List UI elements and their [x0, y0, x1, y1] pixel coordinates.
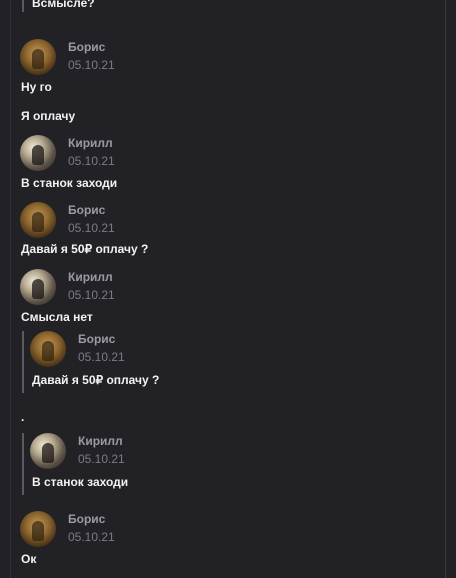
quote-block[interactable]: Кирилл 05.10.21 В станок заходи: [22, 433, 424, 495]
message-date: 05.10.21: [68, 58, 115, 72]
avatar[interactable]: [20, 269, 56, 305]
message-text: Ну го: [21, 80, 52, 94]
message-date: 05.10.21: [78, 452, 125, 466]
message-date: 05.10.21: [78, 350, 125, 364]
message-date: 05.10.21: [68, 288, 115, 302]
message-date: 05.10.21: [68, 221, 115, 235]
avatar[interactable]: [20, 39, 56, 75]
message-date: 05.10.21: [68, 154, 115, 168]
author-name: Кирилл: [78, 434, 123, 448]
message-header: Кирилл 05.10.21: [20, 135, 320, 173]
message-text: Смысла нет: [21, 310, 93, 324]
scrollbar-track[interactable]: [445, 0, 446, 578]
message-text: Давай я 50₽ оплачу ?: [21, 242, 149, 256]
thread-line: [10, 0, 11, 578]
avatar[interactable]: [20, 202, 56, 238]
author-name[interactable]: Борис: [68, 512, 105, 526]
quote-text: Всмысле?: [32, 0, 95, 10]
author-name: Борис: [78, 332, 116, 346]
author-name[interactable]: Кирилл: [68, 270, 113, 284]
avatar[interactable]: [20, 511, 56, 547]
quote-header: Борис 05.10.21: [30, 331, 330, 369]
message-text: В станок заходи: [21, 176, 118, 190]
message-header: Борис 05.10.21: [20, 511, 320, 549]
quote-block: Всмысле?: [22, 0, 424, 12]
quote-text: В станок заходи: [32, 475, 129, 489]
quote-text: Давай я 50₽ оплачу ?: [32, 373, 160, 387]
author-name[interactable]: Кирилл: [68, 136, 113, 150]
message-text: Я оплачу: [21, 109, 76, 123]
message-header: Кирилл 05.10.21: [20, 269, 320, 307]
message-text: Ок: [21, 552, 37, 566]
message-date: 05.10.21: [68, 530, 115, 544]
message-text: .: [21, 410, 25, 424]
avatar: [30, 433, 66, 469]
author-name[interactable]: Борис: [68, 40, 105, 54]
quote-block[interactable]: Борис 05.10.21 Давай я 50₽ оплачу ?: [22, 331, 424, 393]
message-header: Борис 05.10.21: [20, 39, 320, 77]
chat-feed[interactable]: Всмысле? Борис 05.10.21 Ну го Я оплачу К…: [0, 0, 456, 578]
avatar[interactable]: [20, 135, 56, 171]
author-name[interactable]: Борис: [68, 203, 105, 217]
avatar: [30, 331, 66, 367]
message-header: Борис 05.10.21: [20, 202, 320, 240]
quote-header: Кирилл 05.10.21: [30, 433, 330, 471]
